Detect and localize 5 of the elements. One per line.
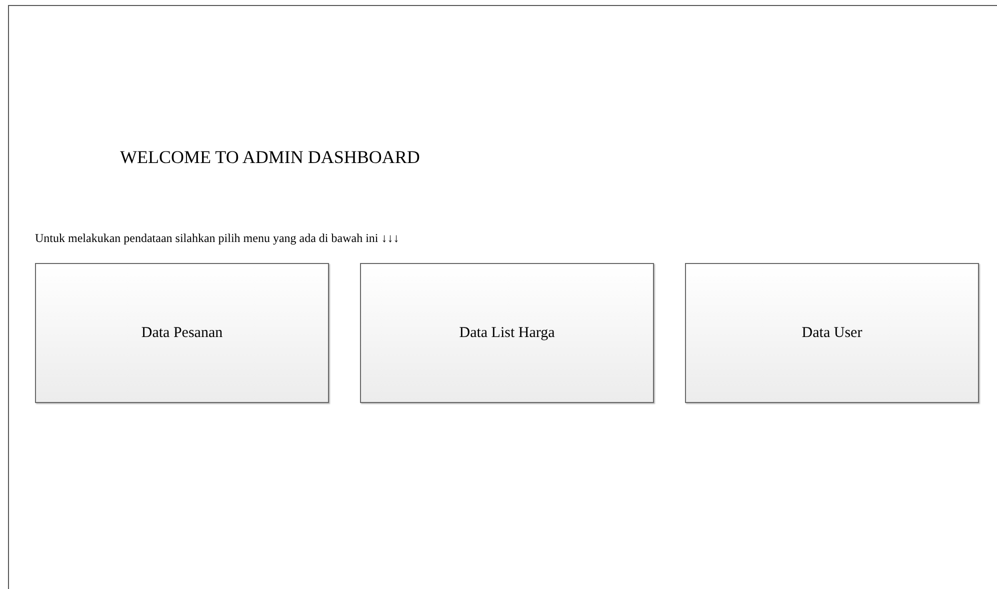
menu-button[interactable]: Data User — [685, 263, 979, 403]
dashboard-heading: WELCOME TO ADMIN DASHBOARD — [120, 147, 420, 168]
menu-button[interactable]: Data Pesanan — [35, 263, 329, 403]
menu-button[interactable]: Data List Harga — [360, 263, 654, 403]
instruction-text: Untuk melakukan pendataan silahkan pilih menu yang ada di bawah ini ↓↓↓ — [35, 231, 400, 245]
